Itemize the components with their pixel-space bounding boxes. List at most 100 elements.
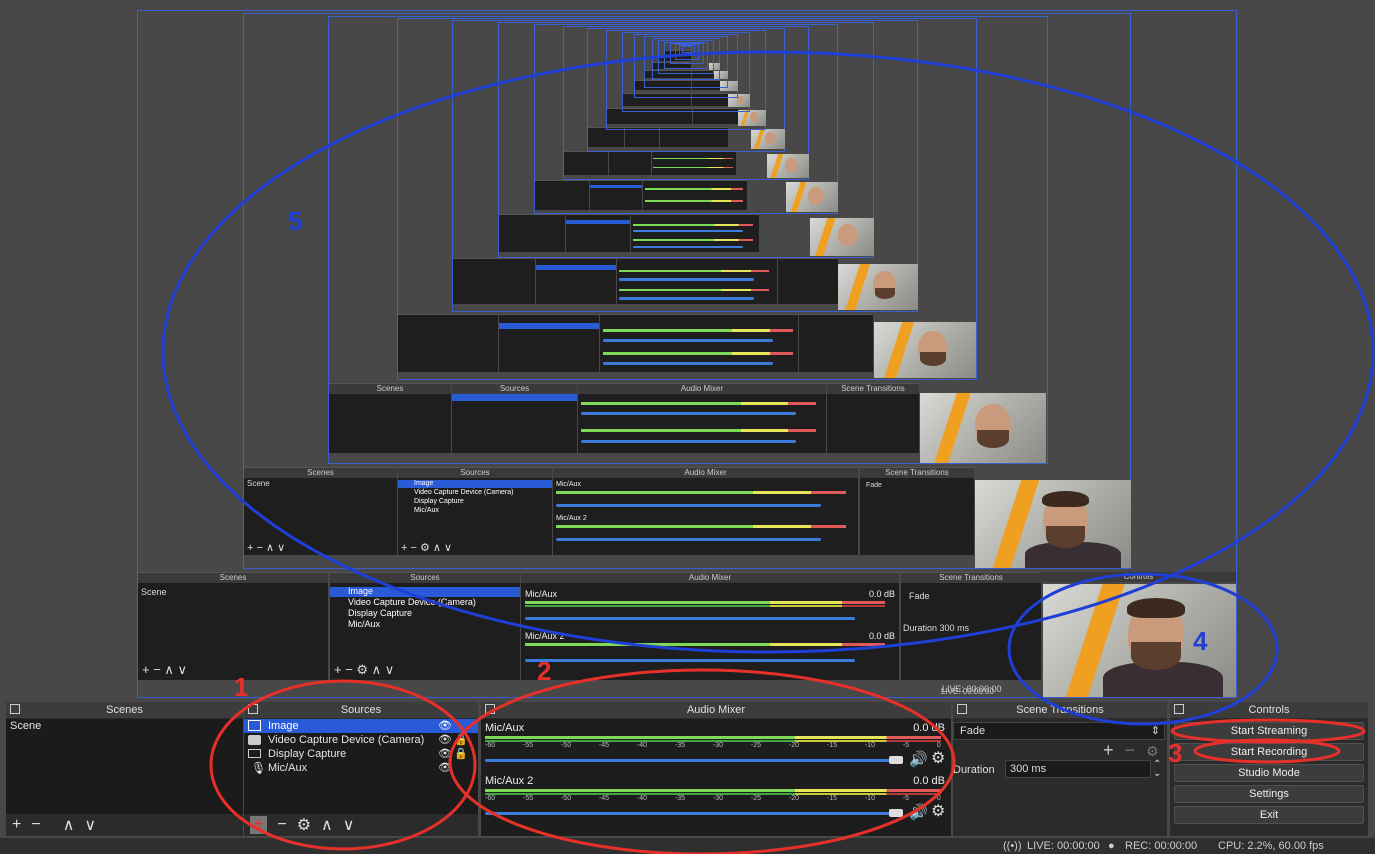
scenes-dock-header: Scenes [6,702,243,718]
add-scene-button[interactable]: + [12,816,21,834]
gear-icon[interactable]: ⚙ [931,748,945,768]
mini2-transitions: Scene Transitions Fade [860,467,974,555]
camera-feed-10 [738,110,766,126]
preview-frame-level20 [682,46,692,53]
move-source-down-button[interactable]: ∨ [343,815,355,835]
remove-scene-button[interactable]: − [31,816,40,834]
start-recording-button[interactable]: Start Recording [1174,743,1364,761]
camera-feed-7 [786,182,838,212]
source-item-camera[interactable]: Video Capture Device (Camera) 👁 🔒 [244,733,478,747]
mini2-mixer: Audio Mixer Mic/Aux Mic/Aux 2 [553,467,858,555]
scenes-list[interactable]: Scene [6,719,243,815]
mini-mixer-header: Audio Mixer [521,573,899,583]
exit-button[interactable]: Exit [1174,806,1364,824]
preview-canvas[interactable]: Scenes Scene + − ∧ ∨ Sources Image Video… [0,0,1375,700]
move-source-up-button[interactable]: ∧ [321,815,333,835]
controls-dock-header: Controls [1170,702,1368,718]
live-status: LIVE: 00:00:00 [1027,840,1100,852]
undock-icon[interactable] [10,704,20,714]
duration-label: Duration [953,764,995,776]
channel-name: Mic/Aux 2 [485,775,534,787]
mini-db-2: 0.0 dB [868,631,895,641]
speaker-icon[interactable]: 🔊 [909,803,928,821]
start-streaming-button[interactable]: Start Streaming [1174,722,1364,740]
lock-icon[interactable]: 🔒 [454,733,468,747]
monitor-icon [248,749,261,758]
mini-transitions-panel: Scene Transitions Fade Duration 300 ms L… [901,572,1041,696]
camera-feed-5 [838,264,918,310]
audio-mixer-dock: Audio Mixer Mic/Aux 0.0 dB -60 -55 -50 -45-… [481,702,951,836]
mini-mixer-panel: Audio Mixer Mic/Aux 0.0 dB Mic/Aux 2 0.0… [521,572,899,680]
camera-icon [248,735,261,745]
gear-icon[interactable]: ⚙ [931,801,945,821]
mixer-channel-mic-aux-2: Mic/Aux 2 0.0 dB -60 -55 -50 -45 -40 -35 -30 -2… [485,775,947,825]
mini-controls-header: Controls [1041,572,1236,582]
visibility-eye-icon[interactable]: 👁 [438,761,452,775]
undock-icon[interactable] [485,704,495,714]
transition-gear-icon[interactable]: ⚙ [1146,743,1159,759]
camera-feed-9 [751,129,785,149]
source-properties-button[interactable]: ⚙ [297,815,311,835]
scenes-title: Scenes [106,704,143,716]
volume-slider-handle[interactable] [889,809,903,817]
move-scene-up-button[interactable]: ∧ [63,815,75,835]
annotation-label-1: 1 [234,672,249,702]
add-source-button[interactable]: + [250,816,268,834]
channel-db: 0.0 dB [913,775,945,787]
visibility-eye-icon[interactable]: 👁 [438,733,452,747]
visibility-eye-icon[interactable]: 👁 [438,747,452,761]
status-bar: ((•)) LIVE: 00:00:00 ● REC: 00:00:00 CPU… [0,838,1375,854]
lock-icon[interactable]: 🔒 [454,747,468,761]
mini-sources-header: Sources [330,573,520,583]
undock-icon[interactable] [957,704,967,714]
transition-select[interactable]: Fade ⇕ [953,722,1165,740]
duration-input[interactable]: 300 ms [1005,760,1151,778]
studio-mode-button[interactable]: Studio Mode [1174,764,1364,782]
volume-slider-handle[interactable] [889,756,903,764]
volume-meter [485,789,941,792]
mini-duration: Duration 300 ms [903,623,970,633]
transition-toolbar: + − ⚙ [1103,740,1159,761]
mixer-dock-header: Audio Mixer [481,702,951,718]
annotation-label-2: 2 [537,656,552,686]
speaker-icon[interactable]: 🔊 [909,750,928,768]
undock-icon[interactable] [248,704,258,714]
channel-name: Mic/Aux [485,722,525,734]
move-scene-down-button[interactable]: ∨ [84,815,96,835]
transitions-title: Scene Transitions [1016,704,1104,716]
live-icon: ((•)) [1003,840,1022,852]
mini-source-list: Image Video Capture Device (Camera) Disp… [348,586,476,629]
source-item-mic[interactable]: 🎙 Mic/Aux 👁 [244,761,478,775]
scene-transitions-dock: Scene Transitions Fade ⇕ + − ⚙ Duration … [953,702,1167,836]
meter-scale: -60 -55 -50 -45 -40 -35 -30 -25 -20 -15 -10 -5 0 [485,795,941,802]
settings-button[interactable]: Settings [1174,785,1364,803]
add-transition-button[interactable]: + [1103,740,1114,760]
mini-fade: Fade [909,591,930,601]
mini-scenes-toolbar: + − ∧ ∨ [142,662,188,677]
mixer-channels: Mic/Aux 0.0 dB -60 -55 -50 -45 -40 -35 -30 -25-… [481,719,951,836]
scene-item[interactable]: Scene [6,719,243,733]
undock-icon[interactable] [1174,704,1184,714]
camera-feed-6 [810,218,874,256]
mini2-sources: Sources Image Video Capture Device (Came… [398,467,552,555]
source-item-display[interactable]: Display Capture 👁 🔒 [244,747,478,761]
mini-transitions-header: Scene Transitions [901,573,1041,583]
annotation-label-4: 4 [1193,626,1208,656]
mini2-scenes: Scenes Scene + − ∧ ∨ [244,467,397,555]
mini-db-1: 0.0 dB [868,589,895,599]
mini-channel-1: Mic/Aux [525,589,558,599]
volume-slider[interactable] [485,812,895,815]
mini-sources-panel: Sources Image Video Capture Device (Came… [330,572,520,680]
remove-transition-button[interactable]: − [1125,740,1136,760]
source-item-image[interactable]: Image 👁 [244,719,478,733]
remove-source-button[interactable]: − [277,816,286,834]
camera-feed-8 [767,154,809,178]
volume-slider[interactable] [485,759,895,762]
sources-list[interactable]: Image 👁 Video Capture Device (Camera) 👁 … [244,719,478,815]
duration-stepper[interactable]: ⌃ ⌄ [1153,760,1161,779]
mini-channel-2: Mic/Aux 2 [525,631,565,641]
annotation-label-5: 5 [288,206,303,236]
camera-feed-3 [920,393,1046,463]
camera-feed-2 [975,480,1131,568]
visibility-eye-icon[interactable]: 👁 [438,719,452,733]
